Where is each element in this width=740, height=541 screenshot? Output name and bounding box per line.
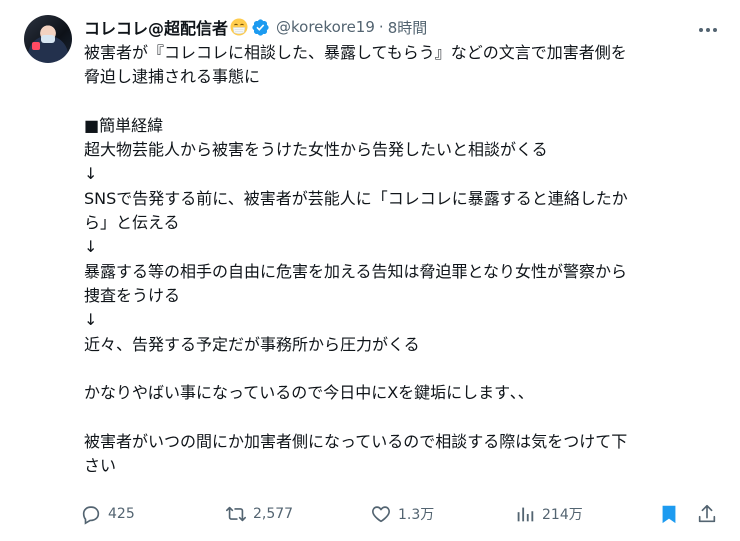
avatar[interactable] xyxy=(24,15,72,63)
views-bar-chart-icon xyxy=(517,507,534,522)
like-button[interactable]: 1.3万 xyxy=(370,503,434,525)
tweet-text-line: 近々、告発する予定だが事務所から圧力がくる xyxy=(84,334,420,354)
tweet-timestamp[interactable]: 8時間 xyxy=(388,17,428,38)
more-options-icon[interactable] xyxy=(696,20,720,40)
tweet-text-line: 捜査をうける xyxy=(84,285,181,305)
display-name[interactable]: コレコレ@超配信者 xyxy=(84,15,228,39)
tweet-text-line: さい xyxy=(84,456,117,476)
reply-icon xyxy=(82,506,100,525)
reply-count: 425 xyxy=(108,506,135,522)
share-icon xyxy=(698,504,716,523)
tweet-text-line: ↓ xyxy=(84,310,98,330)
tweet-text-line: 被害者が『コレコレに相談した、暴露してもらう』などの文言で加害者側を xyxy=(84,43,627,62)
reply-button[interactable]: 425 xyxy=(80,503,135,525)
tweet-header: コレコレ@超配信者 @korekore19 · 8時間 xyxy=(84,15,427,39)
tweet-text-line xyxy=(84,405,724,429)
tweet-actions-bar: 425 2,577 1.3万 214万 xyxy=(80,500,725,532)
views-button[interactable]: 214万 xyxy=(514,503,583,525)
tweet-text-line: 被害者がいつの間にか加害者側になっているので相談する際は気をつけて下 xyxy=(84,431,628,451)
tweet-text-line xyxy=(84,90,724,114)
tweet-text: 被害者が『コレコレに相談した、暴露してもらう』などの文言で加害者側を 脅迫し逮捕… xyxy=(84,41,724,478)
tweet-text-line xyxy=(84,357,724,381)
avatar-red-icon xyxy=(32,42,40,50)
header-separator: · xyxy=(378,18,384,36)
tweet-text-line: ↓ xyxy=(84,237,98,257)
share-button[interactable] xyxy=(696,503,718,525)
verified-badge-icon xyxy=(252,18,269,36)
tweet-text-line: ら」と伝える xyxy=(84,213,180,233)
tweet-text-line: 脅迫し逮捕される事態に xyxy=(84,67,261,87)
retweet-count: 2,577 xyxy=(253,506,294,522)
bookmark-icon xyxy=(662,505,676,524)
bookmark-button[interactable] xyxy=(658,503,680,525)
heart-icon xyxy=(372,506,390,523)
tweet-text-line: 超大物芸能人から被害をうけた女性から告発したいと相談がくる xyxy=(84,140,548,160)
tweet-text-line: 暴露する等の相手の自由に危害を加える告知は脅迫罪となり女性が警察から xyxy=(84,261,628,281)
tweet-text-line: SNSで告発する前に、被害者が芸能人に「コレコレに暴露すると連絡したか xyxy=(84,188,628,208)
tweet-text-line: かなりやばい事になっているので今日中にXを鍵垢にします､､ xyxy=(84,383,527,403)
tweet-card[interactable]: コレコレ@超配信者 @korekore19 · 8時間 被害者が『コレコレに相談… xyxy=(0,0,740,541)
tweet-text-line: ■簡単経緯 xyxy=(84,115,164,135)
retweet-icon xyxy=(226,506,246,522)
author-handle[interactable]: @korekore19 xyxy=(276,18,375,36)
tweet-text-line: ↓ xyxy=(84,164,98,184)
retweet-button[interactable]: 2,577 xyxy=(225,503,293,525)
views-count: 214万 xyxy=(542,507,583,523)
like-count: 1.3万 xyxy=(398,507,435,523)
face-with-medical-mask-icon xyxy=(230,18,248,36)
avatar-mask-shape xyxy=(41,35,55,43)
